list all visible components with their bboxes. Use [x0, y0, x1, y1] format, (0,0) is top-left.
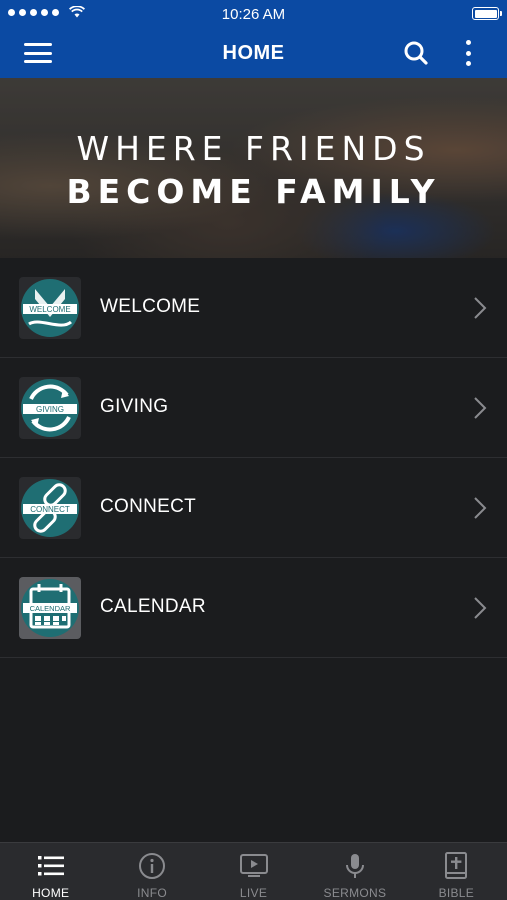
microphone-icon — [345, 854, 364, 878]
tab-label: BIBLE — [438, 886, 475, 900]
list-item-connect[interactable]: CONNECT CONNECT — [0, 458, 507, 558]
calendar-icon: CALENDAR — [19, 577, 81, 639]
tab-live[interactable]: LIVE — [203, 843, 304, 900]
hero-headline-line2: BECOME FAMILY — [66, 172, 441, 211]
signal-strength — [8, 6, 85, 18]
list-icon — [37, 856, 64, 876]
list-item-label: WELCOME — [100, 296, 201, 317]
hamburger-menu-icon[interactable] — [24, 41, 52, 65]
tab-bible[interactable]: BIBLE — [406, 843, 507, 900]
wifi-icon — [69, 6, 85, 18]
list-item-welcome[interactable]: WELCOME WELCOME — [0, 258, 507, 358]
tab-label: LIVE — [239, 886, 268, 900]
tab-label: HOME — [32, 886, 70, 900]
list-item-giving[interactable]: GIVING GIVING — [0, 358, 507, 458]
hero-headline-line1: WHERE FRIENDS — [76, 129, 431, 168]
tab-sermons[interactable]: SERMONS — [304, 843, 405, 900]
giving-icon: GIVING — [19, 377, 81, 439]
chevron-right-icon — [474, 297, 487, 319]
list-item-calendar[interactable]: CALENDAR CALENDAR — [0, 558, 507, 658]
list-item-label: GIVING — [100, 396, 169, 417]
chevron-right-icon — [474, 597, 487, 619]
list-item-label: CALENDAR — [100, 596, 206, 617]
tab-bar: HOME INFO LIVE SERMONS BIBLE — [0, 842, 507, 900]
page-title: HOME — [222, 41, 285, 64]
more-options-icon[interactable] — [458, 39, 478, 67]
hero-banner: WHERE FRIENDS BECOME FAMILY — [0, 78, 507, 258]
battery-icon — [472, 7, 502, 20]
bible-icon — [445, 852, 468, 879]
svg-text:WELCOME: WELCOME — [29, 305, 70, 314]
chevron-right-icon — [474, 397, 487, 419]
search-icon[interactable] — [402, 39, 430, 67]
live-tv-icon — [239, 854, 268, 877]
status-bar: 10:26 AM — [0, 0, 507, 28]
svg-text:CALENDAR: CALENDAR — [30, 604, 71, 613]
tab-label: INFO — [137, 886, 168, 900]
list-item-label: CONNECT — [100, 496, 197, 517]
navigation-bar: HOME — [0, 28, 507, 78]
tab-info[interactable]: INFO — [101, 843, 202, 900]
tab-label: SERMONS — [323, 886, 387, 900]
chevron-right-icon — [474, 497, 487, 519]
svg-text:CONNECT: CONNECT — [30, 505, 70, 514]
menu-list: WELCOME WELCOME GIVING GIVING CONNECT CO… — [0, 258, 507, 658]
tab-home[interactable]: HOME — [0, 843, 101, 900]
info-icon — [139, 853, 166, 879]
connect-icon: CONNECT — [19, 477, 81, 539]
svg-text:GIVING: GIVING — [36, 405, 64, 414]
status-time: 10:26 AM — [221, 5, 286, 23]
welcome-icon: WELCOME — [19, 277, 81, 339]
